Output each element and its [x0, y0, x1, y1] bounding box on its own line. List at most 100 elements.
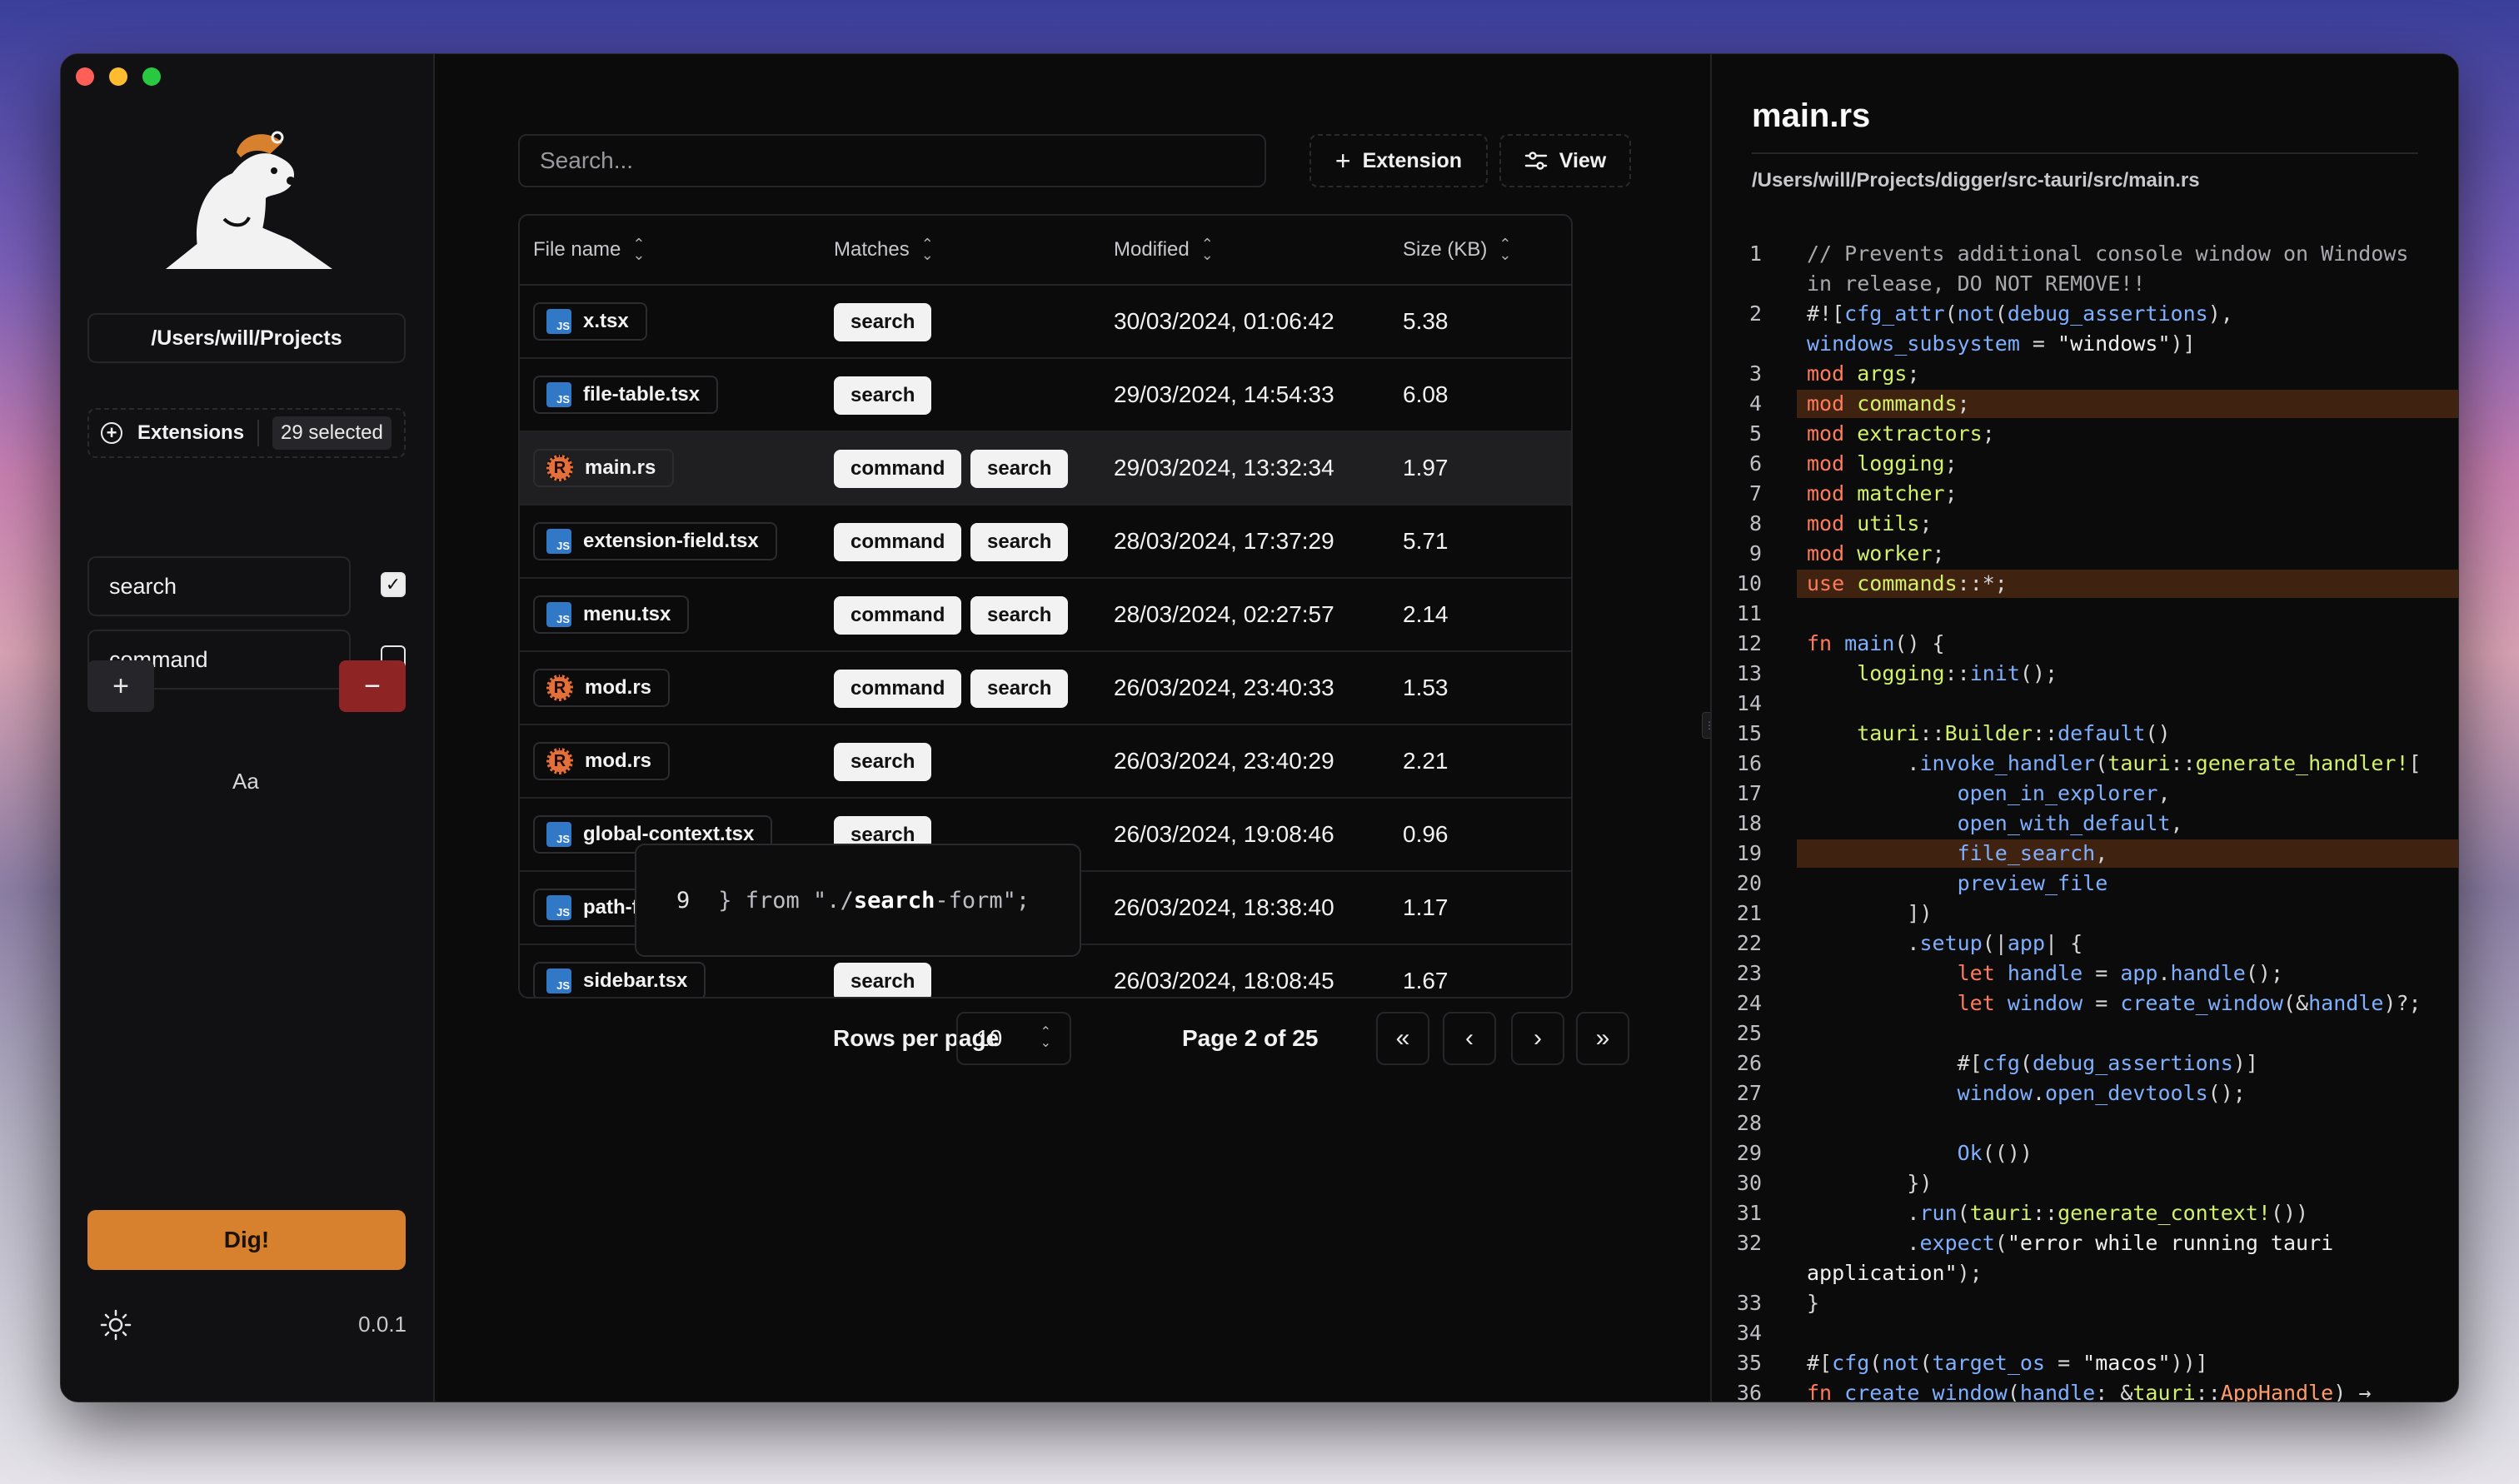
column-label: Matches: [834, 238, 910, 261]
size-cell: 1.67: [1403, 968, 1449, 993]
file-name-chip[interactable]: JS extension-field.tsx: [533, 522, 777, 560]
match-tag-search: search: [970, 596, 1069, 635]
extensions-filter-button[interactable]: + Extensions 29 selected: [87, 408, 406, 458]
close-window-button[interactable]: [76, 67, 94, 86]
theme-toggle-sun-icon[interactable]: [99, 1308, 132, 1342]
dig-button[interactable]: Dig!: [87, 1210, 406, 1270]
code-line: 27 window.open_devtools();: [1736, 1081, 2246, 1105]
column-label: Size (KB): [1403, 238, 1488, 261]
preview-file-title: main.rs: [1752, 97, 1871, 134]
table-row[interactable]: JS file-table.tsx search 29/03/2024, 14:54:…: [520, 359, 1571, 432]
file-name-chip[interactable]: JS x.tsx: [533, 302, 647, 341]
typescript-icon: JS: [546, 529, 571, 554]
code-line: 12 fn main() {: [1736, 631, 1945, 655]
size-cell: 2.21: [1403, 748, 1449, 774]
first-page-button[interactable]: «: [1376, 1012, 1429, 1065]
code-preview: 1// Prevents additional console window o…: [1712, 239, 2458, 1402]
size-cell: 6.08: [1403, 381, 1449, 407]
typescript-icon: JS: [546, 895, 571, 920]
sort-matches-header[interactable]: Matches ⌃ ⌄: [834, 216, 934, 284]
extensions-label: Extensions: [137, 421, 245, 444]
file-name-chip[interactable]: JS sidebar.tsx: [533, 962, 706, 997]
add-term-button[interactable]: +: [87, 660, 154, 712]
code-line: 33}: [1736, 1291, 1820, 1315]
sort-file-name-header[interactable]: File name ⌃ ⌄: [533, 216, 645, 284]
modified-cell: 29/03/2024, 13:32:34: [1114, 455, 1334, 481]
modified-cell: 26/03/2024, 23:40:29: [1114, 748, 1334, 774]
code-line: 36 fn create_window(handle: &tauri::AppHa…: [1736, 1381, 2372, 1402]
project-path-button[interactable]: /Users/will/Projects: [87, 313, 406, 363]
results-search-input[interactable]: Search...: [518, 134, 1266, 187]
file-name: mod.rs: [585, 676, 652, 699]
code-line: 21 ]): [1736, 901, 1933, 925]
tooltip-snippet: } from "./search-form";: [718, 887, 1030, 914]
sort-modified-header[interactable]: Modified ⌃ ⌄: [1114, 216, 1214, 284]
modified-cell: 30/03/2024, 01:06:42: [1114, 308, 1334, 334]
previous-page-button[interactable]: ‹: [1443, 1012, 1496, 1065]
next-page-button[interactable]: ›: [1511, 1012, 1564, 1065]
page-indicator: Page 2 of 25: [1182, 1025, 1319, 1051]
file-name-chip[interactable]: Rmod.rs: [533, 742, 671, 780]
sort-size-header[interactable]: Size (KB) ⌃ ⌄: [1403, 216, 1511, 284]
case-sensitive-toggle[interactable]: Aa: [232, 769, 259, 794]
app-window: /Users/will/Projects + Extensions 29 sel…: [60, 53, 2459, 1402]
search-term-checkbox[interactable]: ✓: [381, 572, 406, 597]
file-name: menu.tsx: [583, 603, 671, 625]
view-options-label: View: [1559, 148, 1607, 172]
size-cell: 5.38: [1403, 308, 1449, 334]
separator: [257, 420, 260, 446]
match-tag-command: command: [834, 450, 962, 488]
code-line-highlighted: 4 mod commands;: [1712, 389, 2458, 419]
table-row[interactable]: JS extension-field.tsx command search 28/03/…: [520, 505, 1571, 579]
match-tag-command: command: [834, 670, 962, 708]
rust-icon: R: [546, 455, 573, 481]
size-cell: 1.53: [1403, 675, 1449, 700]
code-line: 22 .setup(|app| {: [1736, 931, 2083, 955]
match-tag-search: search: [834, 303, 932, 341]
code-line: 35 #[cfg(not(target_os = "macos"))]: [1736, 1351, 2208, 1375]
tooltip-line-number: 9: [676, 887, 691, 914]
code-line: 3 mod args;: [1748, 361, 1920, 386]
size-cell: 1.17: [1403, 894, 1449, 920]
code-line: 15 tauri::Builder::default(): [1736, 721, 2171, 745]
file-name-chip[interactable]: JS file-table.tsx: [533, 376, 719, 414]
typescript-icon: JS: [546, 822, 571, 847]
code-line: 30 }): [1736, 1171, 1933, 1195]
file-name-chip[interactable]: JS menu.tsx: [533, 595, 690, 634]
code-line: 8 mod utils;: [1748, 511, 1933, 535]
table-row[interactable]: JS x.tsx search 30/03/2024, 01:06:42 5.38: [520, 286, 1571, 359]
file-name-chip[interactable]: Rmod.rs: [533, 669, 671, 707]
table-row[interactable]: Rmod.rs search 26/03/2024, 23:40:29 2.21: [520, 725, 1571, 799]
app-version: 0.0.1: [358, 1312, 407, 1337]
file-name: file-table.tsx: [583, 383, 701, 406]
size-cell: 2.14: [1403, 601, 1449, 627]
code-line: 23 let handle = app.handle();: [1736, 961, 2283, 985]
typescript-icon: JS: [546, 969, 571, 993]
preview-file-path: /Users/will/Projects/digger/src-tauri/sr…: [1752, 169, 2200, 192]
code-line: 26 #[cfg(debug_assertions)]: [1736, 1051, 2258, 1075]
search-term-input[interactable]: search: [87, 556, 351, 616]
table-row[interactable]: Rmod.rs command search 26/03/2024, 23:40:33…: [520, 652, 1571, 725]
size-cell: 5.71: [1403, 528, 1449, 554]
code-line: 34: [1736, 1321, 1762, 1345]
code-line-highlighted: 19 file_search,: [1712, 839, 2458, 869]
code-line: 24 let window = create_window(&handle)?;: [1736, 991, 2422, 1015]
rows-per-page-select[interactable]: 10 ⌃ ⌄: [956, 1012, 1071, 1065]
sort-icon: ⌃ ⌄: [632, 236, 646, 263]
minimize-window-button[interactable]: [109, 67, 127, 86]
last-page-button[interactable]: »: [1576, 1012, 1629, 1065]
zoom-window-button[interactable]: [142, 67, 161, 86]
sliders-icon: [1524, 152, 1547, 170]
code-line: 16 .invoke_handler(tauri::generate_handl…: [1736, 751, 2422, 775]
match-tag-search: search: [970, 450, 1069, 488]
extension-filter-button[interactable]: + Extension: [1309, 134, 1488, 187]
table-row[interactable]: JS menu.tsx command search 28/03/2024, 02:27…: [520, 579, 1571, 652]
remove-term-button[interactable]: −: [339, 660, 406, 712]
rust-icon: R: [546, 748, 573, 774]
code-line: 29 Ok(()): [1736, 1141, 2033, 1165]
modified-cell: 26/03/2024, 19:08:46: [1114, 821, 1334, 847]
table-row[interactable]: Rmain.rs command search 29/03/2024, 13:32:3…: [520, 432, 1571, 505]
file-name-chip[interactable]: Rmain.rs: [533, 449, 675, 487]
view-options-button[interactable]: View: [1499, 134, 1631, 187]
match-preview-tooltip: 9 } from "./search-form";: [635, 844, 1081, 957]
